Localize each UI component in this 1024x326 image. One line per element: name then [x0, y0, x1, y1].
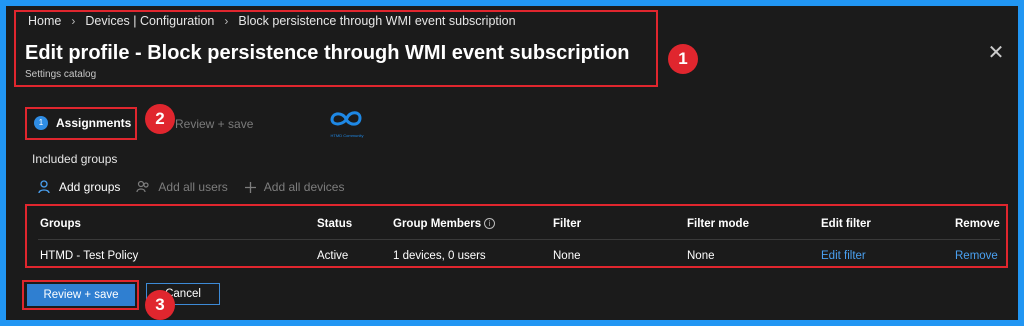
highlight-box-review-button [22, 280, 139, 310]
add-all-devices-label: Add all devices [263, 180, 345, 194]
callout-2: 2 [145, 104, 175, 134]
add-groups-label: Add groups [59, 180, 121, 194]
tab-review-save[interactable]: Review + save [175, 117, 253, 131]
portal-frame: Home › Devices | Configuration › Block p… [6, 6, 1018, 320]
actions-toolbar: Add groups Add all users Add all devices [38, 180, 360, 194]
htmd-logo: HTMD Community [330, 111, 364, 138]
callout-3: 3 [145, 290, 175, 320]
highlight-box-table [25, 204, 1008, 268]
included-groups-label: Included groups [32, 152, 118, 166]
svg-text:HTMD Community: HTMD Community [331, 133, 364, 138]
add-groups-button[interactable]: Add groups [38, 180, 120, 194]
add-all-users-label: Add all users [158, 180, 228, 194]
highlight-box-assignments [25, 107, 137, 140]
add-all-devices-button[interactable]: Add all devices [244, 180, 345, 194]
plus-icon [244, 181, 256, 193]
highlight-box-title [14, 10, 658, 87]
person-add-icon [38, 180, 50, 194]
callout-1: 1 [668, 44, 698, 74]
close-icon[interactable]: ✕ [987, 43, 1005, 63]
users-icon [136, 180, 149, 193]
add-all-users-button[interactable]: Add all users [136, 180, 228, 194]
